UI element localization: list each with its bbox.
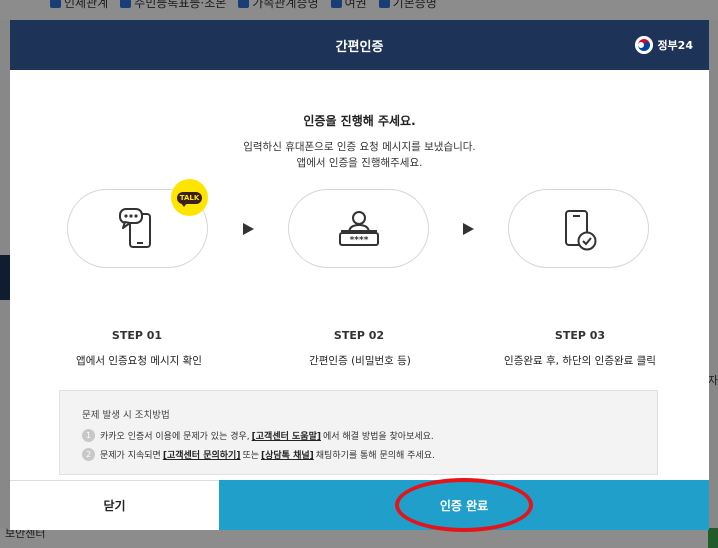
customer-center-inquiry-link[interactable]: [고객센터 문의하기] [163, 448, 241, 461]
step-03-label: STEP 03 [554, 329, 606, 342]
auth-heading: 인증을 진행해 주세요. [303, 114, 416, 128]
consult-talk-channel-link[interactable]: [상담톡 채널] [261, 448, 314, 461]
step-02-illustration: **** [288, 189, 429, 268]
help-item-2: 2 문제가 지속되면 [고객센터 문의하기] 또는 [상담톡 채널] 채팅하기를… [82, 448, 435, 461]
close-button[interactable]: 닫기 [10, 480, 219, 530]
help-text: 에서 해결 방법을 찾아보세요. [322, 432, 434, 442]
taegeuk-emblem-icon [635, 36, 654, 54]
gov24-logo-text: 정부24 [657, 39, 693, 52]
help-title: 문제 발생 시 조치방법 [82, 410, 170, 421]
auth-complete-label: 인증 완료 [439, 498, 489, 513]
help-box: 문제 발생 시 조치방법 1 카카오 인증서 이용에 문제가 있는 경우, [고… [59, 390, 658, 475]
auth-description-line: 입력하신 휴대폰으로 인증 요청 메시지를 보냈습니다. [243, 141, 476, 153]
help-item-1: 1 카카오 인증서 이용에 문제가 있는 경우, [고객센터 도움말] 에서 해… [82, 429, 434, 442]
password-user-icon: **** [338, 210, 379, 246]
modal-content: 인증을 진행해 주세요. 입력하신 휴대폰으로 인증 요청 메시지를 보냈습니다… [10, 70, 709, 480]
help-text: 카카오 인증서 이용에 문제가 있는 경우, [100, 432, 250, 442]
number-badge-icon: 1 [82, 429, 95, 442]
modal-footer: 닫기 인증 완료 [10, 480, 709, 530]
modal-title: 간편인증 [335, 39, 384, 55]
gov24-logo: 정부24 [635, 36, 693, 54]
step-01-description: 앱에서 인증요청 메시지 확인 [76, 355, 202, 367]
play-arrow-icon [243, 223, 254, 235]
phone-message-icon [118, 207, 151, 248]
kakao-talk-badge: TALK [171, 179, 208, 216]
step-02-description: 간편인증 (비밀번호 등) [309, 355, 411, 367]
simple-auth-modal: 간편인증 정부24 인증을 진행해 주세요. 입력하신 휴대폰으로 인증 요청 … [10, 20, 709, 530]
step-03-description: 인증완료 후, 하단의 인증완료 클릭 [504, 355, 656, 367]
help-text: 채팅하기를 통해 문의해 주세요. [315, 451, 435, 461]
phone-check-icon [564, 209, 596, 250]
step-01-label: STEP 01 [111, 329, 163, 342]
auth-complete-button[interactable]: 인증 완료 [219, 480, 709, 530]
svg-text:****: **** [349, 235, 368, 245]
help-text: 문제가 지속되면 [100, 451, 161, 461]
number-badge-icon: 2 [82, 448, 95, 461]
auth-description-line: 앱에서 인증을 진행해주세요. [296, 157, 423, 169]
play-arrow-icon [463, 223, 474, 235]
help-text: 또는 [242, 451, 259, 461]
kakao-talk-icon: TALK [176, 191, 203, 207]
customer-center-help-link[interactable]: [고객센터 도움말] [252, 429, 321, 442]
auth-description: 입력하신 휴대폰으로 인증 요청 메시지를 보냈습니다. 앱에서 인증을 진행해… [10, 139, 709, 171]
step-02-label: STEP 02 [333, 329, 385, 342]
modal-header: 간편인증 정부24 [10, 20, 709, 70]
step-03-illustration [508, 189, 649, 268]
